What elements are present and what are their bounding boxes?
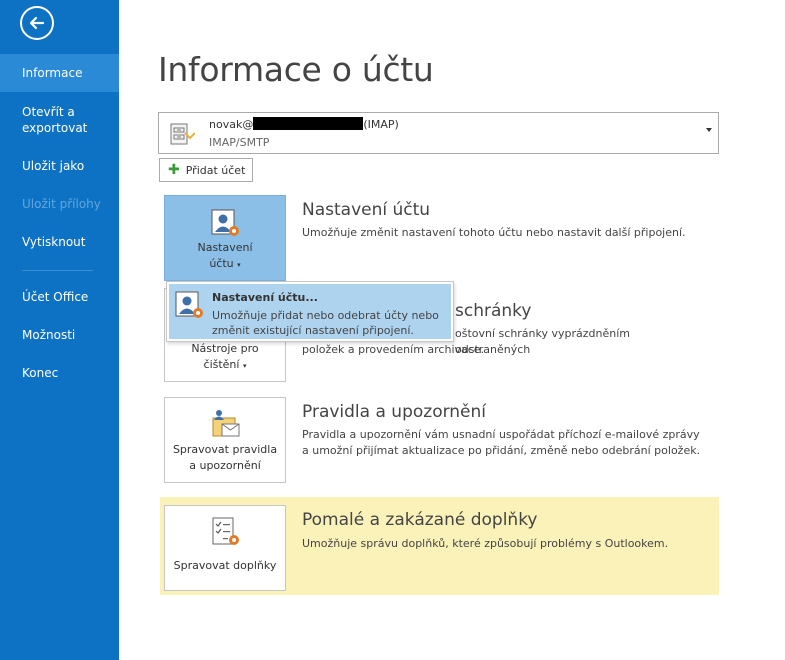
tile-label: Spravovat doplňky [173,559,277,572]
add-account-label: Přidat účet [185,163,246,177]
redacted-block [253,117,364,130]
arrow-left-icon [29,16,45,30]
account-type: IMAP/SMTP [209,136,270,149]
backstage-nav: Informace Otevřít a exportovat Uložit ja… [0,54,119,381]
addins-icon [212,517,239,545]
backstage-sidebar: Informace Otevřít a exportovat Uložit ja… [0,0,119,660]
sidebar-item-moznosti[interactable]: Možnosti [0,327,119,343]
menu-item-title: Nastavení účtu... [212,291,318,304]
account-email-suffix: (IMAP) [363,118,399,131]
manage-rules-tile[interactable]: Spravovat pravidla a upozornění [164,397,286,483]
account-settings-icon [175,291,203,318]
back-button[interactable] [20,6,54,40]
tile-label-line2: účtu ▾ [165,256,285,273]
sidebar-item-label: Uložit přílohy [22,197,101,211]
sidebar-item-otevrit-exportovat[interactable]: Otevřít a exportovat [0,104,96,136]
sidebar-item-label: Účet Office [22,290,89,304]
menu-item-desc: Umožňuje přidat nebo odebrat účty nebo z… [212,309,439,337]
sidebar-item-informace[interactable]: Informace [0,54,119,92]
menu-item-account-settings[interactable]: Nastavení účtu... Umožňuje přidat nebo o… [169,284,451,339]
sidebar-item-ucet-office[interactable]: Účet Office [0,289,119,305]
plus-icon: ✚ [168,162,180,178]
tile-label: Nástroje pro [191,342,259,355]
account-email-prefix: novak@ [209,118,254,131]
page-title: Informace o účtu [158,50,434,89]
account-settings-dropdown: Nastavení účtu... Umožňuje přidat nebo o… [166,281,454,342]
caret-down-icon: ▾ [242,362,247,370]
account-settings-tile[interactable]: Nastavení účtu ▾ [164,195,286,281]
account-selector[interactable]: novak@ (IMAP) IMAP/SMTP [158,112,719,154]
tile-label: Spravovat pravidla [172,443,278,456]
sidebar-item-label: Konec [22,366,59,380]
tile-label-text: účtu [209,257,234,270]
tile-label-line2: čištění ▾ [165,357,285,374]
sidebar-item-label: Informace [22,66,83,80]
manage-addins-tile[interactable]: Spravovat doplňky [164,505,286,591]
section-desc-rules: Pravidla a upozornění vám usnadní uspořá… [302,428,701,457]
sidebar-item-label: Otevřít a exportovat [22,105,88,135]
sidebar-item-vytisknout[interactable]: Vytisknout [0,234,119,250]
mailbox-icon [170,123,195,145]
sidebar-item-label: Vytisknout [22,235,86,249]
tile-label: Nastavení [197,241,253,254]
chevron-down-icon [706,128,712,132]
section-title-rules: Pravidla a upozornění [302,402,487,422]
sidebar-item-label: Uložit jako [22,159,85,173]
caret-down-icon: ▾ [237,261,241,269]
sidebar-item-ulozit-jako[interactable]: Uložit jako [0,158,119,174]
account-settings-icon [211,209,239,236]
section-desc-addins: Umožňuje správu doplňků, které způsobují… [302,537,669,550]
section-title-settings: Nastavení účtu [302,200,431,220]
tile-label-text: čištění [203,358,240,371]
sidebar-item-ulozit-prilohy: Uložit přílohy [0,196,119,212]
rules-alerts-icon [212,410,240,437]
tile-label-line2: a upozornění [189,459,261,472]
sidebar-item-konec[interactable]: Konec [0,365,119,381]
section-title-cleanup: schránky [455,301,532,321]
add-account-button[interactable]: ✚ Přidat účet [159,158,253,182]
sidebar-item-label: Možnosti [22,328,76,342]
section-desc-settings: Umožňuje změnit nastavení tohoto účtu ne… [302,226,686,239]
account-email: novak@ (IMAP) [209,117,399,131]
section-title-addins: Pomalé a zakázané doplňky [302,510,538,530]
section-desc-cleanup-2: položek a provedením archivace. [302,343,485,356]
